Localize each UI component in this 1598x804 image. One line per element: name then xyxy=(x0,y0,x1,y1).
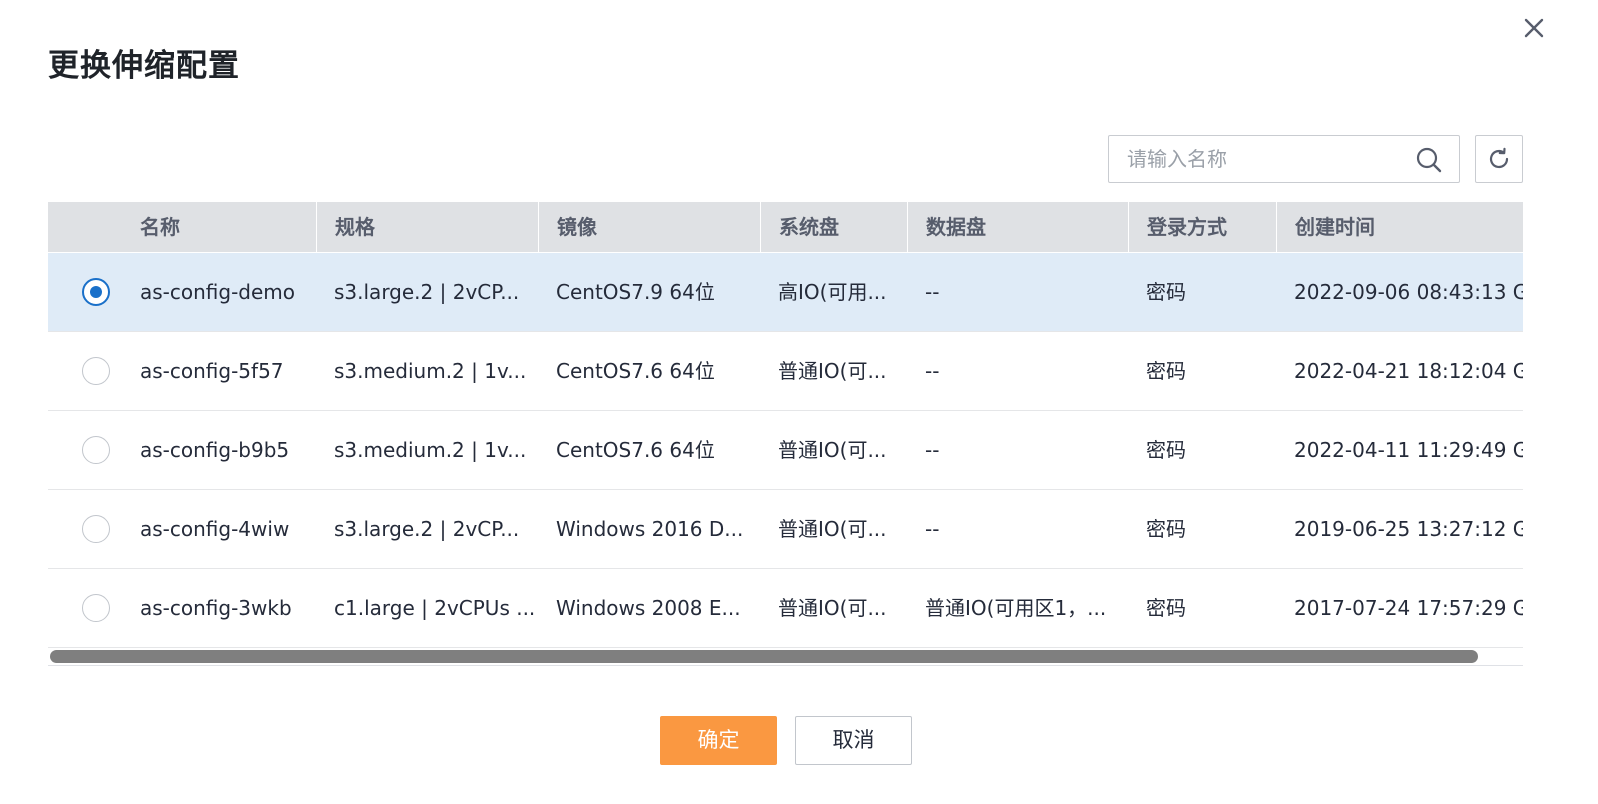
cell-system-disk: 普通IO(可... xyxy=(778,359,887,383)
cell-data-disk: 普通IO(可用区1，... xyxy=(925,596,1107,620)
horizontal-scrollbar[interactable] xyxy=(50,650,1478,663)
column-header-image[interactable]: 镜像 xyxy=(538,202,760,252)
cell-image: CentOS7.9 64位 xyxy=(556,280,715,304)
search-box xyxy=(1108,135,1460,183)
search-icon xyxy=(1416,147,1442,173)
cancel-button[interactable]: 取消 xyxy=(795,716,912,765)
dialog-title: 更换伸缩配置 xyxy=(48,48,240,84)
cell-created-time: 2019-06-25 13:27:12 GMT xyxy=(1294,517,1523,541)
refresh-icon xyxy=(1489,147,1509,169)
cell-spec: s3.medium.2 | 1v... xyxy=(334,359,527,383)
search-button[interactable] xyxy=(1415,146,1443,174)
cell-created-time: 2022-09-06 08:43:13 GMT xyxy=(1294,280,1523,304)
cell-system-disk: 普通IO(可... xyxy=(778,438,887,462)
cell-image: CentOS7.6 64位 xyxy=(556,438,715,462)
column-header-created-time[interactable]: 创建时间 xyxy=(1276,202,1523,252)
cell-system-disk: 普通IO(可... xyxy=(778,517,887,541)
close-icon xyxy=(1524,18,1544,38)
cell-login-method: 密码 xyxy=(1146,596,1186,620)
refresh-button[interactable] xyxy=(1475,135,1523,183)
column-header-name[interactable]: 名称 xyxy=(122,202,316,252)
row-radio[interactable] xyxy=(82,436,110,464)
change-scaling-config-dialog: 更换伸缩配置 名称 规格 镜像 系统盘 数据盘 登录方式 创建时间 xyxy=(0,0,1598,804)
row-radio[interactable] xyxy=(82,357,110,385)
scaling-config-table: 名称 规格 镜像 系统盘 数据盘 登录方式 创建时间 as-config-dem… xyxy=(48,202,1523,666)
cell-image: CentOS7.6 64位 xyxy=(556,359,715,383)
cell-data-disk: -- xyxy=(925,359,940,383)
cell-spec: s3.large.2 | 2vCP... xyxy=(334,517,520,541)
cell-login-method: 密码 xyxy=(1146,280,1186,304)
column-header-spec[interactable]: 规格 xyxy=(316,202,538,252)
cell-spec: c1.large | 2vCPUs ... xyxy=(334,596,536,620)
column-header-data-disk[interactable]: 数据盘 xyxy=(907,202,1128,252)
cell-login-method: 密码 xyxy=(1146,438,1186,462)
cell-data-disk: -- xyxy=(925,280,940,304)
search-input[interactable] xyxy=(1109,136,1409,182)
cell-data-disk: -- xyxy=(925,438,940,462)
row-radio[interactable] xyxy=(82,594,110,622)
cell-name: as-config-3wkb xyxy=(140,596,292,620)
table-row[interactable]: as-config-5f57 s3.medium.2 | 1v... CentOS7… xyxy=(48,332,1523,411)
table-header: 名称 规格 镜像 系统盘 数据盘 登录方式 创建时间 xyxy=(48,202,1523,252)
table-row[interactable]: as-config-4wiw s3.large.2 | 2vCP... Window… xyxy=(48,490,1523,569)
cell-name: as-config-4wiw xyxy=(140,517,290,541)
cell-spec: s3.medium.2 | 1v... xyxy=(334,438,527,462)
table-row[interactable]: as-config-3wkb c1.large | 2vCPUs ... Windo… xyxy=(48,569,1523,648)
cell-data-disk: -- xyxy=(925,517,940,541)
cell-name: as-config-b9b5 xyxy=(140,438,290,462)
cell-created-time: 2017-07-24 17:57:29 GMT xyxy=(1294,596,1523,620)
table-row[interactable]: as-config-demo s3.large.2 | 2vCP... CentOS… xyxy=(48,253,1523,332)
cell-system-disk: 高IO(可用... xyxy=(778,280,887,304)
cell-name: as-config-demo xyxy=(140,280,296,304)
close-button[interactable] xyxy=(1520,14,1548,42)
cell-login-method: 密码 xyxy=(1146,359,1186,383)
row-radio[interactable] xyxy=(82,515,110,543)
column-header-system-disk[interactable]: 系统盘 xyxy=(760,202,907,252)
cell-name: as-config-5f57 xyxy=(140,359,284,383)
cell-image: Windows 2008 E... xyxy=(556,596,741,620)
row-radio[interactable] xyxy=(82,278,110,306)
cell-image: Windows 2016 D... xyxy=(556,517,744,541)
cell-created-time: 2022-04-11 11:29:49 GMT xyxy=(1294,438,1523,462)
column-header-login-method[interactable]: 登录方式 xyxy=(1128,202,1276,252)
cell-spec: s3.large.2 | 2vCP... xyxy=(334,280,520,304)
cell-system-disk: 普通IO(可... xyxy=(778,596,887,620)
table-row[interactable]: as-config-b9b5 s3.medium.2 | 1v... CentOS7… xyxy=(48,411,1523,490)
cell-login-method: 密码 xyxy=(1146,517,1186,541)
cell-created-time: 2022-04-21 18:12:04 GMT xyxy=(1294,359,1523,383)
confirm-button[interactable]: 确定 xyxy=(660,716,777,765)
